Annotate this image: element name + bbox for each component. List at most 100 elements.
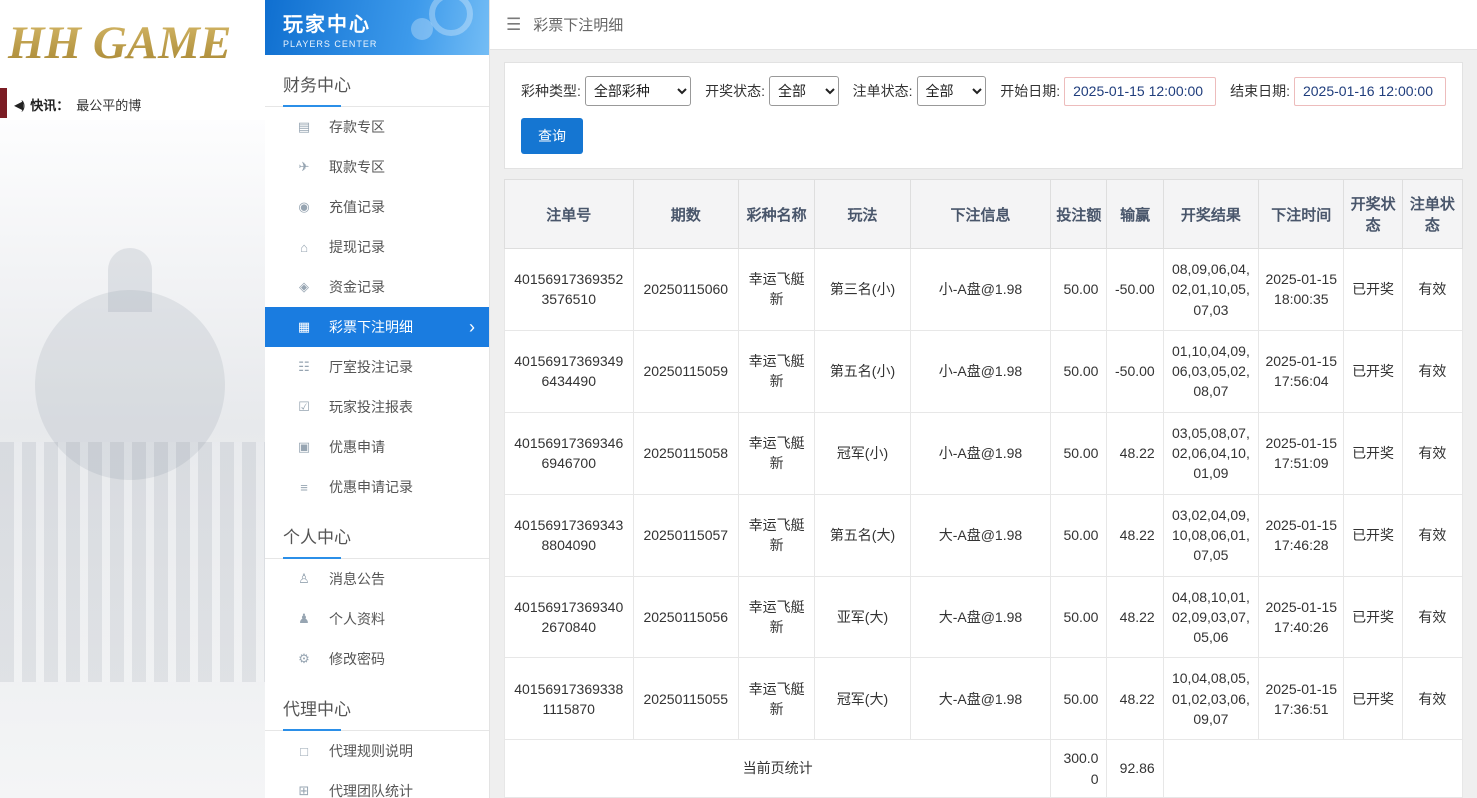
cell-order-status: 有效 <box>1401 329 1464 413</box>
cell-bet-amount: 50.00 <box>1050 657 1108 741</box>
recharge-records-icon: ◉ <box>298 199 310 214</box>
sidebar-item[interactable]: ▦ 彩票下注明细 › <box>265 307 489 347</box>
cell-win-loss: -50.00 <box>1106 329 1164 413</box>
bets-table: 注单号 期数 彩种名称 玩法 下注信息 投注额 输赢 开奖结果 下注时间 开奖状态 注单状态 401… <box>503 179 1464 798</box>
sidebar-item-label: 优惠申请记录 <box>329 479 413 495</box>
sidebar-item[interactable]: ⌂ 提现记录 <box>265 227 489 267</box>
cell-draw-result: 03,02,04,09,10,08,06,01,07,05 <box>1162 493 1260 577</box>
sidebar-item[interactable]: ✈ 取款专区 <box>265 147 489 187</box>
order-status-label: 注单状态: <box>852 83 913 99</box>
filter-row: 彩种类型: 全部彩种 开奖状态: 全部 注单状态: 全部 开始日期: 结束日期: <box>521 76 1446 106</box>
column-header-bet-time: 下注时间 <box>1258 179 1345 249</box>
cell-lottery-name: 幸运飞艇新 <box>737 657 816 741</box>
lottery-type-select[interactable]: 全部彩种 <box>584 76 692 106</box>
cell-order-id: 401569173693466946700 <box>504 411 634 495</box>
cell-order-id: 401569173693523576510 <box>504 248 634 331</box>
cell-order-status: 有效 <box>1401 493 1464 577</box>
table-header-row: 注单号 期数 彩种名称 玩法 下注信息 投注额 输赢 开奖结果 下注时间 开奖状态 注单状态 <box>504 179 1464 249</box>
cell-order-id: 401569173693402670840 <box>504 575 634 659</box>
cell-draw-status: 已开奖 <box>1343 493 1403 577</box>
column-header-lottery-name: 彩种名称 <box>737 179 816 249</box>
cell-order-status: 有效 <box>1401 575 1464 659</box>
funds-records-icon: ◈ <box>299 279 309 294</box>
sidebar-section-title: 代理中心 <box>265 679 489 731</box>
cell-bet-info: 大-A盘@1.98 <box>909 575 1052 659</box>
sidebar-item[interactable]: ☷ 厅室投注记录 <box>265 347 489 387</box>
cell-period: 20250115060 <box>632 248 739 331</box>
cell-lottery-name: 幸运飞艇新 <box>737 248 816 331</box>
sidebar-section-title: 个人中心 <box>265 507 489 559</box>
draw-status-label: 开奖状态: <box>705 83 765 99</box>
change-password-icon: ⚙ <box>298 651 310 666</box>
sidebar-item-label: 厅室投注记录 <box>329 359 413 375</box>
sidebar-item[interactable]: ⊞ 代理团队统计 <box>265 771 489 798</box>
sidebar-item[interactable]: ≡ 优惠申请记录 <box>265 467 489 507</box>
sidebar-item[interactable]: ☑ 玩家投注报表 <box>265 387 489 427</box>
cell-play-type: 冠军(小) <box>814 411 911 495</box>
main-header: ☰ 彩票下注明细 <box>490 0 1477 50</box>
order-status-select[interactable]: 全部 <box>916 76 987 106</box>
start-date-input[interactable] <box>1064 76 1217 106</box>
column-header-bet-info: 下注信息 <box>909 179 1052 249</box>
promo-records-icon: ≡ <box>300 479 308 495</box>
end-date-input[interactable] <box>1293 76 1446 106</box>
menu-toggle-icon[interactable]: ☰ <box>506 15 521 35</box>
cell-bet-time: 2025-01-15 17:40:26 <box>1258 575 1345 659</box>
sidebar-item-label: 修改密码 <box>329 651 385 667</box>
sidebar-item-label: 代理团队统计 <box>329 783 413 798</box>
cell-play-type: 亚军(大) <box>814 575 911 659</box>
cell-period: 20250115056 <box>632 575 739 659</box>
sidebar-item[interactable]: □ 代理规则说明 <box>265 731 489 771</box>
chevron-right-icon: › <box>469 317 475 337</box>
sidebar-item-label: 彩票下注明细 <box>329 319 413 335</box>
cell-play-type: 第三名(小) <box>814 248 911 331</box>
site-background: HH GAME ◀) 快讯： 最公平的博 <box>0 0 265 798</box>
filter-panel: 彩种类型: 全部彩种 开奖状态: 全部 注单状态: 全部 开始日期: 结束日期: <box>504 62 1463 169</box>
cell-draw-result: 10,04,08,05,01,02,03,06,09,07 <box>1162 657 1260 741</box>
site-logo: HH GAME <box>0 0 265 76</box>
page-title: 彩票下注明细 <box>533 17 624 34</box>
cell-bet-info: 小-A盘@1.98 <box>909 329 1052 413</box>
cell-lottery-name: 幸运飞艇新 <box>737 329 816 413</box>
cell-win-loss: -50.00 <box>1106 248 1164 331</box>
cell-win-loss: 48.22 <box>1106 657 1164 741</box>
sidebar-item[interactable]: ◉ 充值记录 <box>265 187 489 227</box>
column-header-win-loss: 输赢 <box>1106 179 1164 249</box>
draw-status-select[interactable]: 全部 <box>769 76 839 106</box>
sidebar-item[interactable]: ▤ 存款专区 <box>265 107 489 147</box>
cell-bet-time: 2025-01-15 18:00:35 <box>1258 248 1345 331</box>
sidebar-item[interactable]: ♙ 消息公告 <box>265 559 489 599</box>
cell-order-status: 有效 <box>1401 657 1464 741</box>
cell-order-id: 401569173693381115870 <box>504 657 634 741</box>
cell-bet-info: 小-A盘@1.98 <box>909 248 1052 331</box>
decorative-circle-icon <box>411 18 433 40</box>
sidebar-item-label: 优惠申请 <box>329 439 385 455</box>
search-button[interactable]: 查询 <box>521 118 583 154</box>
cell-order-id: 401569173693438804090 <box>504 493 634 577</box>
summary-bet-total: 300.00 <box>1050 739 1108 798</box>
cell-order-id: 401569173693496434490 <box>504 329 634 413</box>
app-root: HH GAME ◀) 快讯： 最公平的博 玩家中心 PLAYERS CENTER… <box>0 0 1477 798</box>
cell-draw-status: 已开奖 <box>1343 248 1403 331</box>
summary-winloss-total: 92.86 <box>1106 739 1164 798</box>
sidebar-item[interactable]: ◈ 资金记录 <box>265 267 489 307</box>
cell-win-loss: 48.22 <box>1106 493 1164 577</box>
sidebar-subtitle: PLAYERS CENTER <box>283 39 378 49</box>
summary-empty <box>1162 739 1464 798</box>
sidebar-item-label: 充值记录 <box>329 199 385 215</box>
cell-bet-amount: 50.00 <box>1050 329 1108 413</box>
deposit-card-icon: ▤ <box>297 119 311 134</box>
sidebar-item[interactable]: ▣ 优惠申请 <box>265 427 489 467</box>
summary-label: 当前页统计 <box>503 739 1052 798</box>
column-header-period: 期数 <box>632 179 739 249</box>
ticker-accent <box>0 88 7 118</box>
cell-win-loss: 48.22 <box>1106 575 1164 659</box>
column-header-play-type: 玩法 <box>814 179 911 249</box>
sidebar-item[interactable]: ⚙ 修改密码 <box>265 639 489 679</box>
withdraw-records-icon: ⌂ <box>300 239 308 255</box>
sidebar-item-label: 存款专区 <box>329 119 385 135</box>
table-card: 注单号 期数 彩种名称 玩法 下注信息 投注额 输赢 开奖结果 下注时间 开奖状态 注单状态 401… <box>503 179 1464 798</box>
sidebar-item[interactable]: ♟ 个人资料 <box>265 599 489 639</box>
column-header-bet-amount: 投注额 <box>1050 179 1108 249</box>
cell-order-status: 有效 <box>1401 411 1464 495</box>
